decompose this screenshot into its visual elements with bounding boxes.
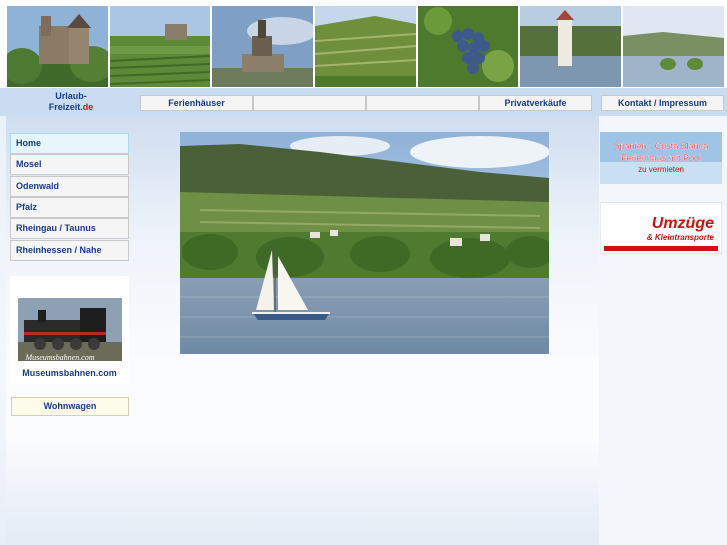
vineyard-castle-photo (110, 6, 210, 87)
nav-empty-2[interactable] (366, 95, 479, 111)
sidebar-item-home[interactable]: Home (10, 133, 129, 154)
umzuege-line1: Umzüge (652, 215, 714, 232)
castle-photo (7, 6, 108, 87)
sidebar-item-mosel[interactable]: Mosel (10, 154, 129, 175)
logo-tld: .de (80, 102, 94, 112)
site-logo[interactable]: Urlaub- Freizeit.de (6, 88, 136, 116)
spanien-line2: Ferienhaus mit Pool (621, 153, 701, 163)
steam-train-image: Museumsbahnen.com (10, 276, 129, 366)
spanien-line1: Spanien - Costa Blanca (614, 141, 709, 151)
logo-line1: Urlaub- (55, 91, 87, 101)
nav-ferienhaeuser[interactable]: Ferienhäuser (140, 95, 253, 111)
umzuege-banner[interactable]: Umzüge & Kleintransporte (600, 202, 722, 254)
monument-photo (212, 6, 313, 87)
sidebar-item-odenwald[interactable]: Odenwald (10, 176, 129, 197)
photo-strip (0, 0, 727, 88)
spanien-ferienhaus-banner[interactable]: Spanien - Costa Blanca Ferienhaus mit Po… (600, 132, 722, 184)
grapes-photo (418, 6, 518, 87)
museumsbahnen-link[interactable]: Museumsbahnen.com (10, 368, 129, 378)
hero-photo-rhine-sailboat (180, 132, 549, 354)
vineyard-hill-photo (315, 6, 416, 87)
tower-river-photo (520, 6, 621, 87)
sidebar-item-rheingau-taunus[interactable]: Rheingau / Taunus (10, 218, 129, 239)
sidebar-item-pfalz[interactable]: Pfalz (10, 197, 129, 218)
nav-privatverkaeufe[interactable]: Privatverkäufe (479, 95, 592, 111)
logo-line2: Freizeit (48, 102, 81, 112)
ad-image-caption: Museumsbahnen.com (24, 353, 94, 362)
river-village-photo (623, 6, 724, 87)
wohnwagen-button[interactable]: Wohnwagen (11, 397, 129, 416)
sidebar-item-rheinhessen-nahe[interactable]: Rheinhessen / Nahe (10, 240, 129, 261)
nav-empty-1[interactable] (253, 95, 366, 111)
spanien-line3: zu vermieten (638, 165, 684, 174)
nav-kontakt-impressum[interactable]: Kontakt / Impressum (601, 95, 724, 111)
umzuege-line2: & Kleintransporte (647, 233, 715, 242)
